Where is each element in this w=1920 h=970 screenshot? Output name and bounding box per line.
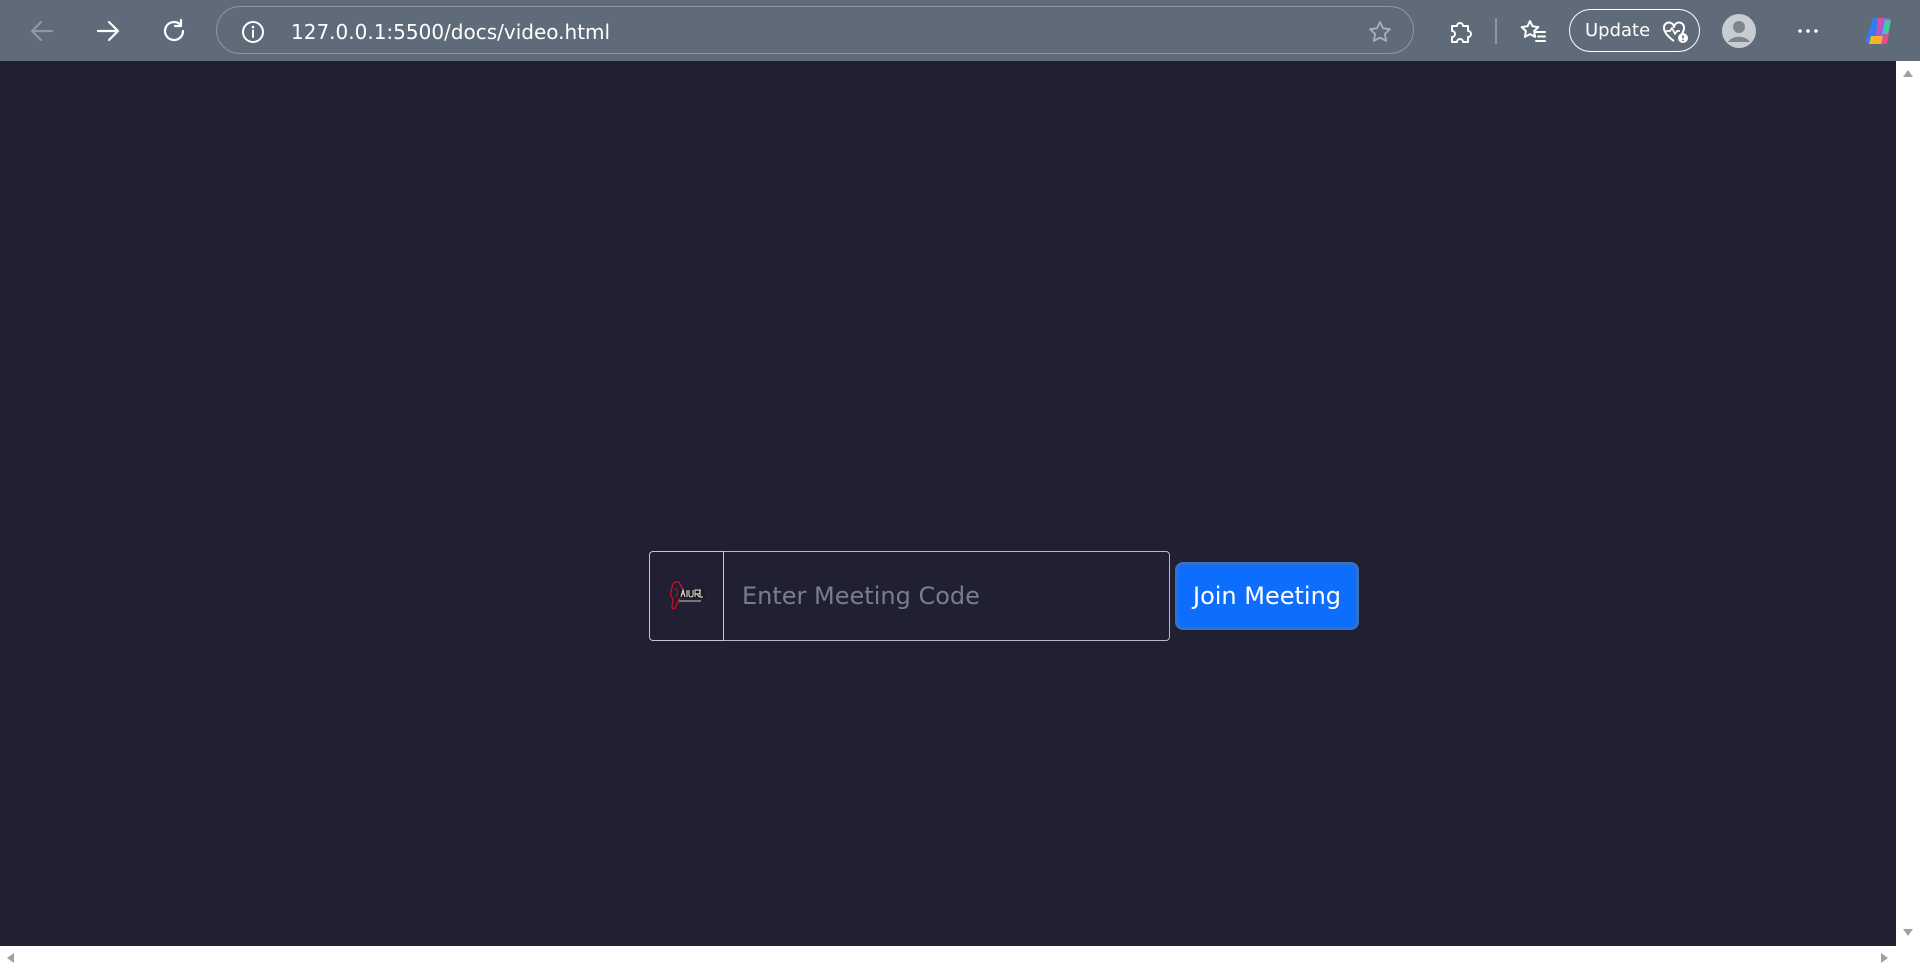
forward-arrow-icon [96, 20, 120, 42]
toolbar-divider [1495, 18, 1497, 44]
vertical-scrollbar[interactable] [1896, 61, 1920, 946]
address-bar[interactable]: 127.0.0.1:5500/docs/video.html [216, 6, 1414, 54]
update-label: Update [1585, 20, 1651, 41]
health-heart-icon [1663, 21, 1688, 43]
puzzle-icon [1451, 22, 1472, 43]
logo-box [649, 551, 724, 641]
info-icon[interactable] [241, 20, 265, 44]
extensions-button[interactable] [1440, 11, 1480, 51]
copilot-button[interactable] [1860, 11, 1900, 51]
company-logo-icon [669, 581, 705, 610]
back-arrow-icon [30, 20, 54, 42]
favorites-icon [1520, 20, 1546, 42]
forward-button[interactable] [88, 11, 128, 51]
browser-toolbar: 127.0.0.1:5500/docs/video.html Update [0, 0, 1920, 61]
meeting-code-input[interactable] [724, 551, 1170, 641]
scroll-down-arrow-icon[interactable] [1902, 928, 1914, 938]
more-button[interactable] [1788, 11, 1828, 51]
join-meeting-button[interactable]: Join Meeting [1175, 562, 1359, 630]
scroll-right-arrow-icon[interactable] [1880, 952, 1890, 964]
refresh-icon [163, 18, 185, 42]
join-meeting-form: Join Meeting [649, 551, 1359, 641]
scroll-up-arrow-icon[interactable] [1902, 68, 1914, 78]
scroll-left-arrow-icon[interactable] [5, 952, 15, 964]
page-content: Join Meeting [0, 61, 1896, 946]
refresh-button[interactable] [154, 11, 194, 51]
star-icon[interactable] [1367, 19, 1393, 45]
horizontal-scrollbar[interactable] [0, 946, 1920, 970]
more-icon [1798, 29, 1818, 33]
url-text[interactable]: 127.0.0.1:5500/docs/video.html [291, 20, 610, 44]
profile-avatar-icon [1722, 14, 1756, 48]
copilot-icon [1866, 18, 1891, 44]
update-button[interactable]: Update [1569, 9, 1700, 52]
favorites-button[interactable] [1513, 11, 1553, 51]
profile-button[interactable] [1719, 11, 1759, 51]
back-button[interactable] [22, 11, 62, 51]
